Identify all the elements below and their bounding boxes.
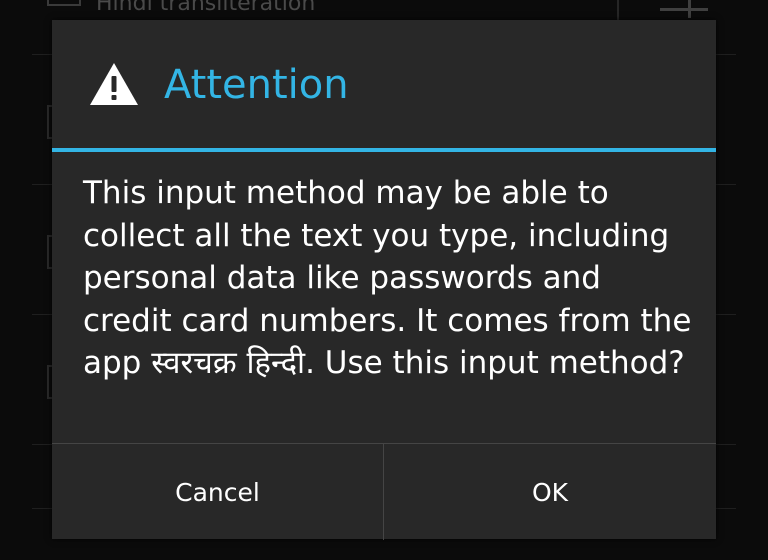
dialog-message: This input method may be able to collect…	[83, 175, 692, 381]
dialog-button-bar: Cancel OK	[52, 443, 716, 540]
dialog-title: Attention	[164, 62, 349, 108]
background-checkbox	[47, 0, 81, 6]
dialog-header: Attention	[52, 20, 716, 150]
background-divider	[617, 0, 619, 20]
background-list-item-title: Hindi transliteration	[96, 0, 316, 16]
ok-button[interactable]: OK	[384, 444, 716, 540]
title-divider	[52, 148, 716, 152]
screen: Hindi transliteration Attention This inp…	[0, 0, 768, 560]
ok-button-label: OK	[531, 477, 569, 507]
settings-sliders-icon	[660, 0, 708, 18]
attention-dialog: Attention This input method may be able …	[52, 20, 716, 540]
cancel-button-label: Cancel	[175, 477, 260, 507]
cancel-button[interactable]: Cancel	[52, 444, 383, 540]
warning-icon	[90, 63, 138, 105]
